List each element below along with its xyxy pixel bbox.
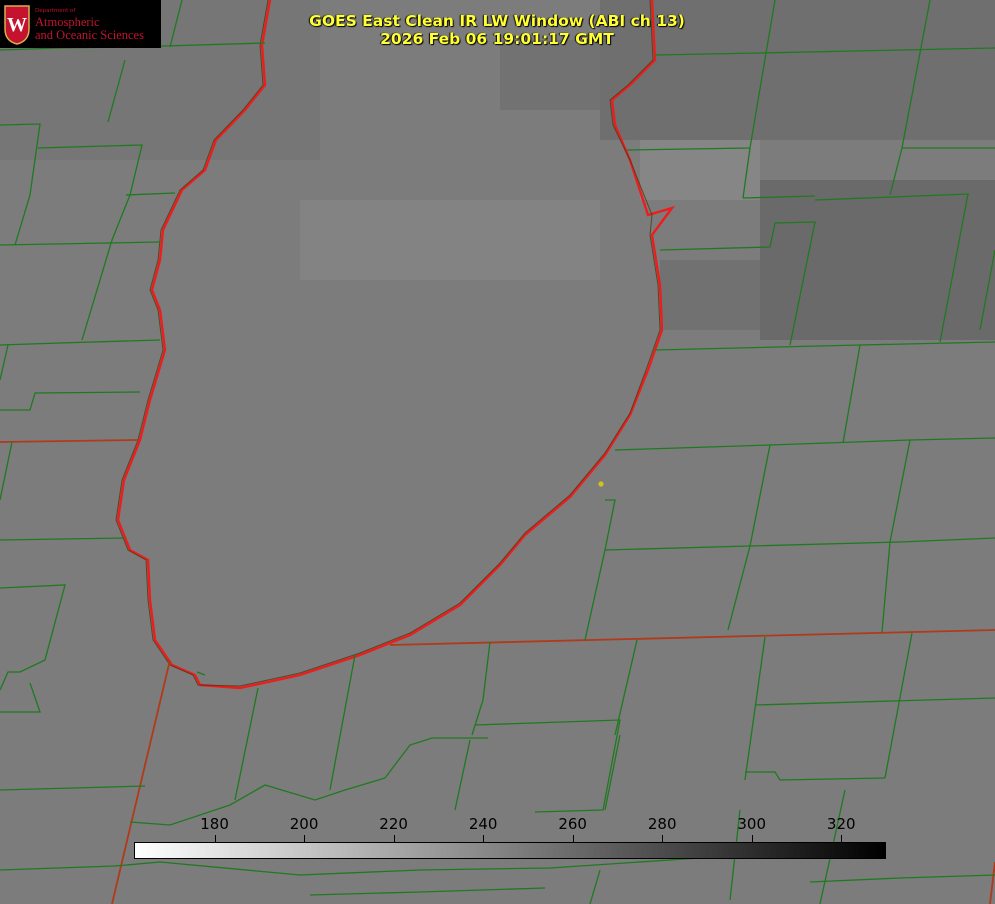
logo-department: Department of xyxy=(35,8,76,14)
satellite-map xyxy=(0,0,995,904)
colorbar xyxy=(134,842,886,859)
colorbar-tick xyxy=(841,835,843,842)
colorbar-tick-label: 300 xyxy=(737,815,767,833)
colorbar-tick-label: 320 xyxy=(826,815,856,833)
colorbar-tick-label: 180 xyxy=(200,815,229,833)
uw-seal-icon: W xyxy=(4,5,30,45)
svg-text:W: W xyxy=(7,14,27,36)
colorbar-tick-label: 200 xyxy=(289,815,319,833)
station-marker xyxy=(598,481,604,487)
image-title: GOES East Clean IR LW Window (ABI ch 13)… xyxy=(297,12,697,48)
title-timestamp: 2026 Feb 06 19:01:17 GMT xyxy=(380,30,614,48)
satellite-image-viewer: W Department of Atmospheric and Oceanic … xyxy=(0,0,995,904)
colorbar-tick-label: 280 xyxy=(647,815,677,833)
colorbar-tick xyxy=(214,835,216,842)
title-product: GOES East Clean IR LW Window (ABI ch 13) xyxy=(309,12,685,30)
colorbar-tick xyxy=(572,835,574,842)
colorbar-tick xyxy=(304,835,306,842)
cloud-shading xyxy=(0,0,995,904)
uw-aos-logo: W Department of Atmospheric and Oceanic … xyxy=(0,0,161,48)
logo-line2: and Oceanic Sciences xyxy=(35,28,144,42)
colorbar-tick xyxy=(393,835,395,842)
colorbar-tick xyxy=(662,835,664,842)
colorbar-tick xyxy=(751,835,753,842)
colorbar-tick xyxy=(483,835,485,842)
colorbar-tick-label: 240 xyxy=(468,815,498,833)
colorbar-tick-label: 220 xyxy=(379,815,408,833)
colorbar-tick-label: 260 xyxy=(558,815,587,833)
